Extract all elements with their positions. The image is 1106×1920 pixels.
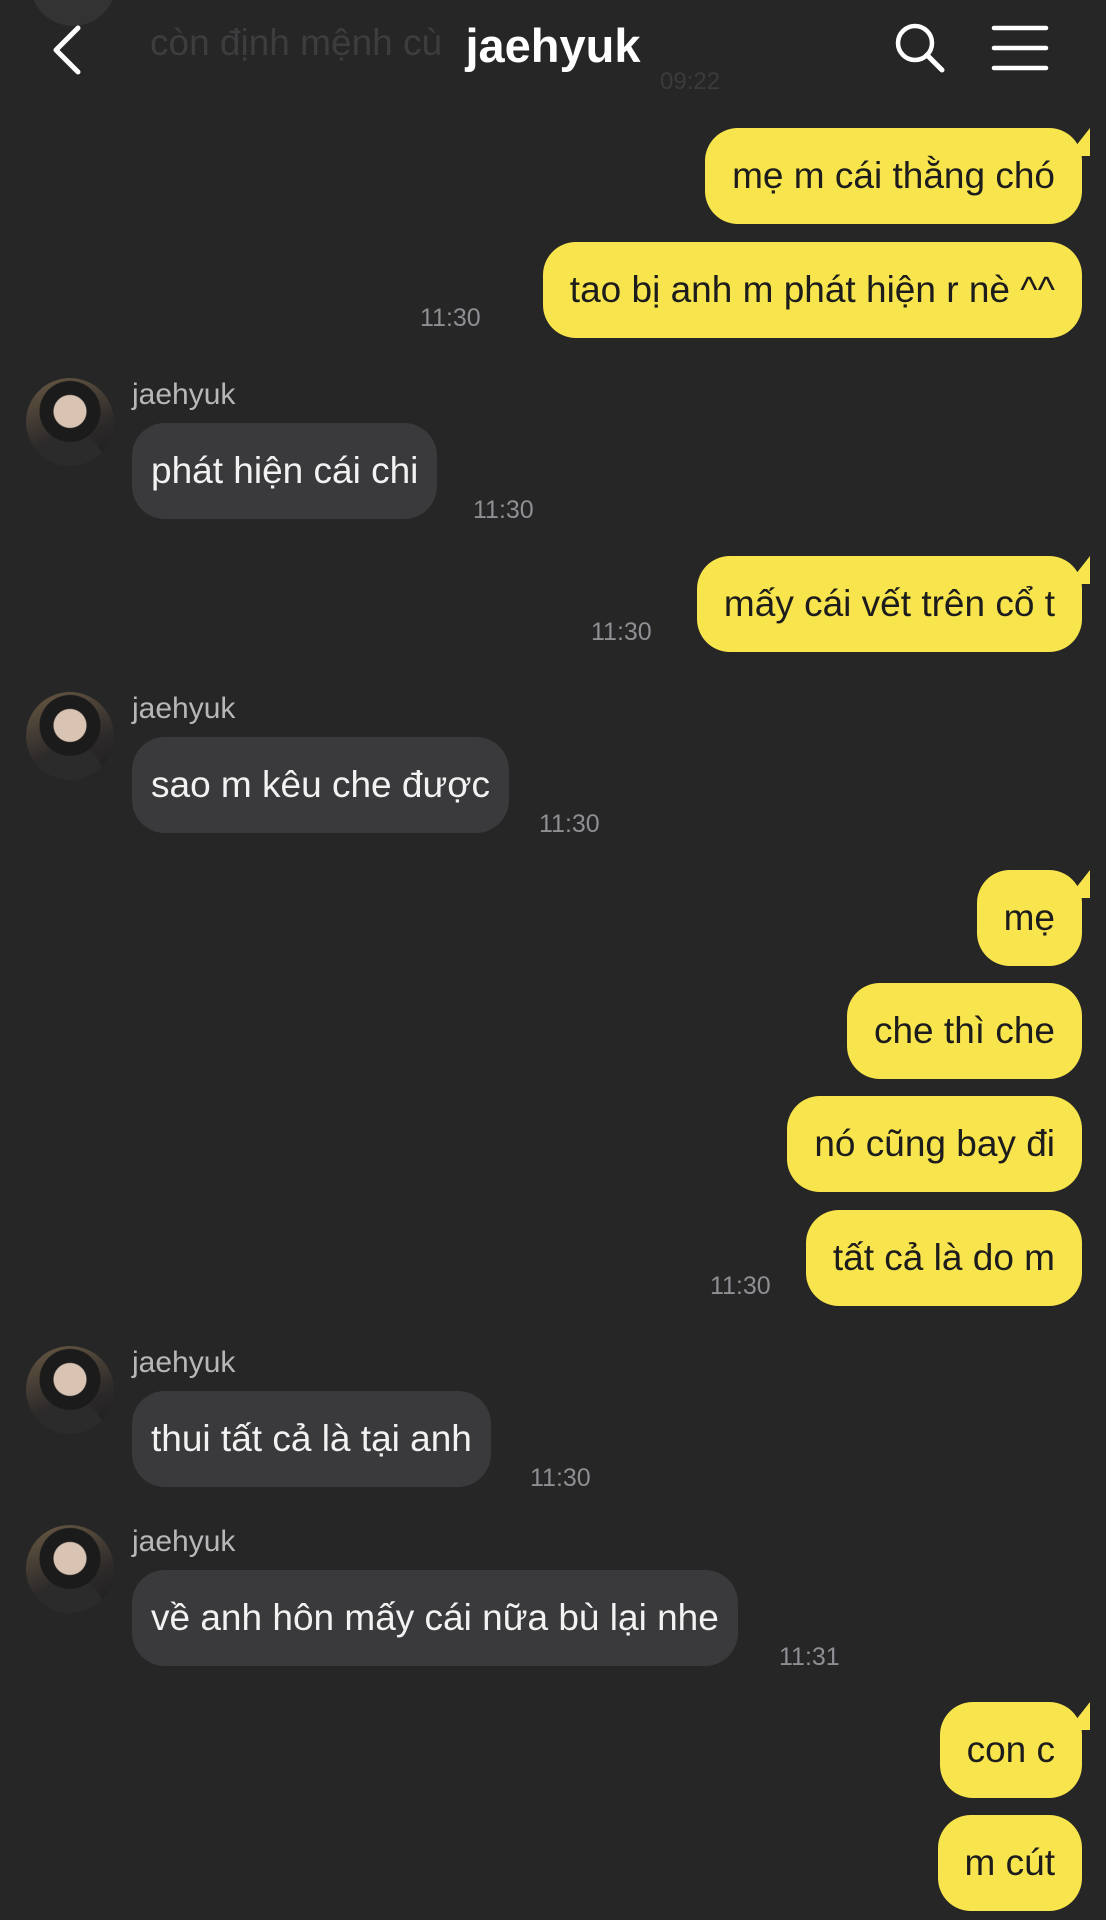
contact-avatar[interactable] bbox=[26, 1525, 114, 1613]
outgoing-message: mẹ bbox=[0, 870, 1106, 966]
message-bubble[interactable]: nó cũng bay đi bbox=[787, 1096, 1082, 1192]
message-bubble[interactable]: mẹ bbox=[976, 870, 1082, 966]
message-bubble[interactable]: che thì che bbox=[846, 983, 1082, 1079]
outgoing-message: con c bbox=[0, 1702, 1106, 1798]
message-bubble[interactable]: con c bbox=[939, 1702, 1082, 1798]
incoming-message: jaehyuk sao m kêu che được 11:30 bbox=[0, 690, 1106, 838]
incoming-message: jaehyuk thui tất cả là tại anh 11:30 bbox=[0, 1344, 1106, 1492]
outgoing-message: che thì che bbox=[0, 983, 1106, 1079]
incoming-message: jaehyuk về anh hôn mấy cái nữa bù lại nh… bbox=[0, 1523, 1106, 1671]
message-time: 11:31 bbox=[779, 1643, 840, 1671]
message-bubble[interactable]: mấy cái vết trên cổ t bbox=[696, 556, 1082, 652]
outgoing-message: m cút bbox=[0, 1815, 1106, 1911]
outgoing-message: mấy cái vết trên cổ t 11:30 bbox=[0, 556, 1106, 652]
message-bubble[interactable]: tất cả là do m bbox=[805, 1210, 1082, 1306]
sender-name: jaehyuk bbox=[132, 1346, 236, 1379]
contact-avatar[interactable] bbox=[26, 1346, 114, 1434]
outgoing-message: tất cả là do m 11:30 bbox=[0, 1210, 1106, 1306]
message-time: 11:30 bbox=[473, 496, 534, 524]
outgoing-message: nó cũng bay đi bbox=[0, 1096, 1106, 1192]
message-time: 11:30 bbox=[539, 810, 600, 838]
message-bubble[interactable]: tao bị anh m phát hiện r nè ^^ bbox=[542, 242, 1082, 338]
message-bubble[interactable]: về anh hôn mấy cái nữa bù lại nhe bbox=[132, 1570, 738, 1666]
menu-icon bbox=[991, 25, 1049, 71]
message-bubble[interactable]: thui tất cả là tại anh bbox=[132, 1391, 491, 1487]
message-bubble[interactable]: mẹ m cái thằng chó bbox=[705, 128, 1082, 224]
incoming-message: jaehyuk phát hiện cái chi 11:30 bbox=[0, 376, 1106, 524]
message-time: 11:30 bbox=[710, 1272, 771, 1300]
search-icon bbox=[895, 23, 945, 73]
sender-name: jaehyuk bbox=[132, 378, 236, 411]
chat-header: còn định mệnh cù 09:22 jaehyuk bbox=[0, 0, 1106, 100]
message-time: 11:30 bbox=[530, 1464, 591, 1492]
contact-avatar[interactable] bbox=[26, 692, 114, 780]
outgoing-message: mẹ m cái thằng chó bbox=[0, 128, 1106, 224]
message-bubble[interactable]: sao m kêu che được bbox=[132, 737, 510, 833]
outgoing-message: tao bị anh m phát hiện r nè ^^ 11:30 bbox=[0, 242, 1106, 338]
menu-button[interactable] bbox=[990, 22, 1050, 74]
message-bubble[interactable]: phát hiện cái chi bbox=[132, 423, 438, 519]
message-time: 11:30 bbox=[420, 304, 481, 332]
search-button[interactable] bbox=[890, 18, 950, 78]
contact-avatar[interactable] bbox=[26, 378, 114, 466]
message-bubble[interactable]: m cút bbox=[937, 1815, 1082, 1911]
sender-name: jaehyuk bbox=[132, 1525, 236, 1558]
message-time: 11:30 bbox=[591, 618, 652, 646]
sender-name: jaehyuk bbox=[132, 692, 236, 725]
